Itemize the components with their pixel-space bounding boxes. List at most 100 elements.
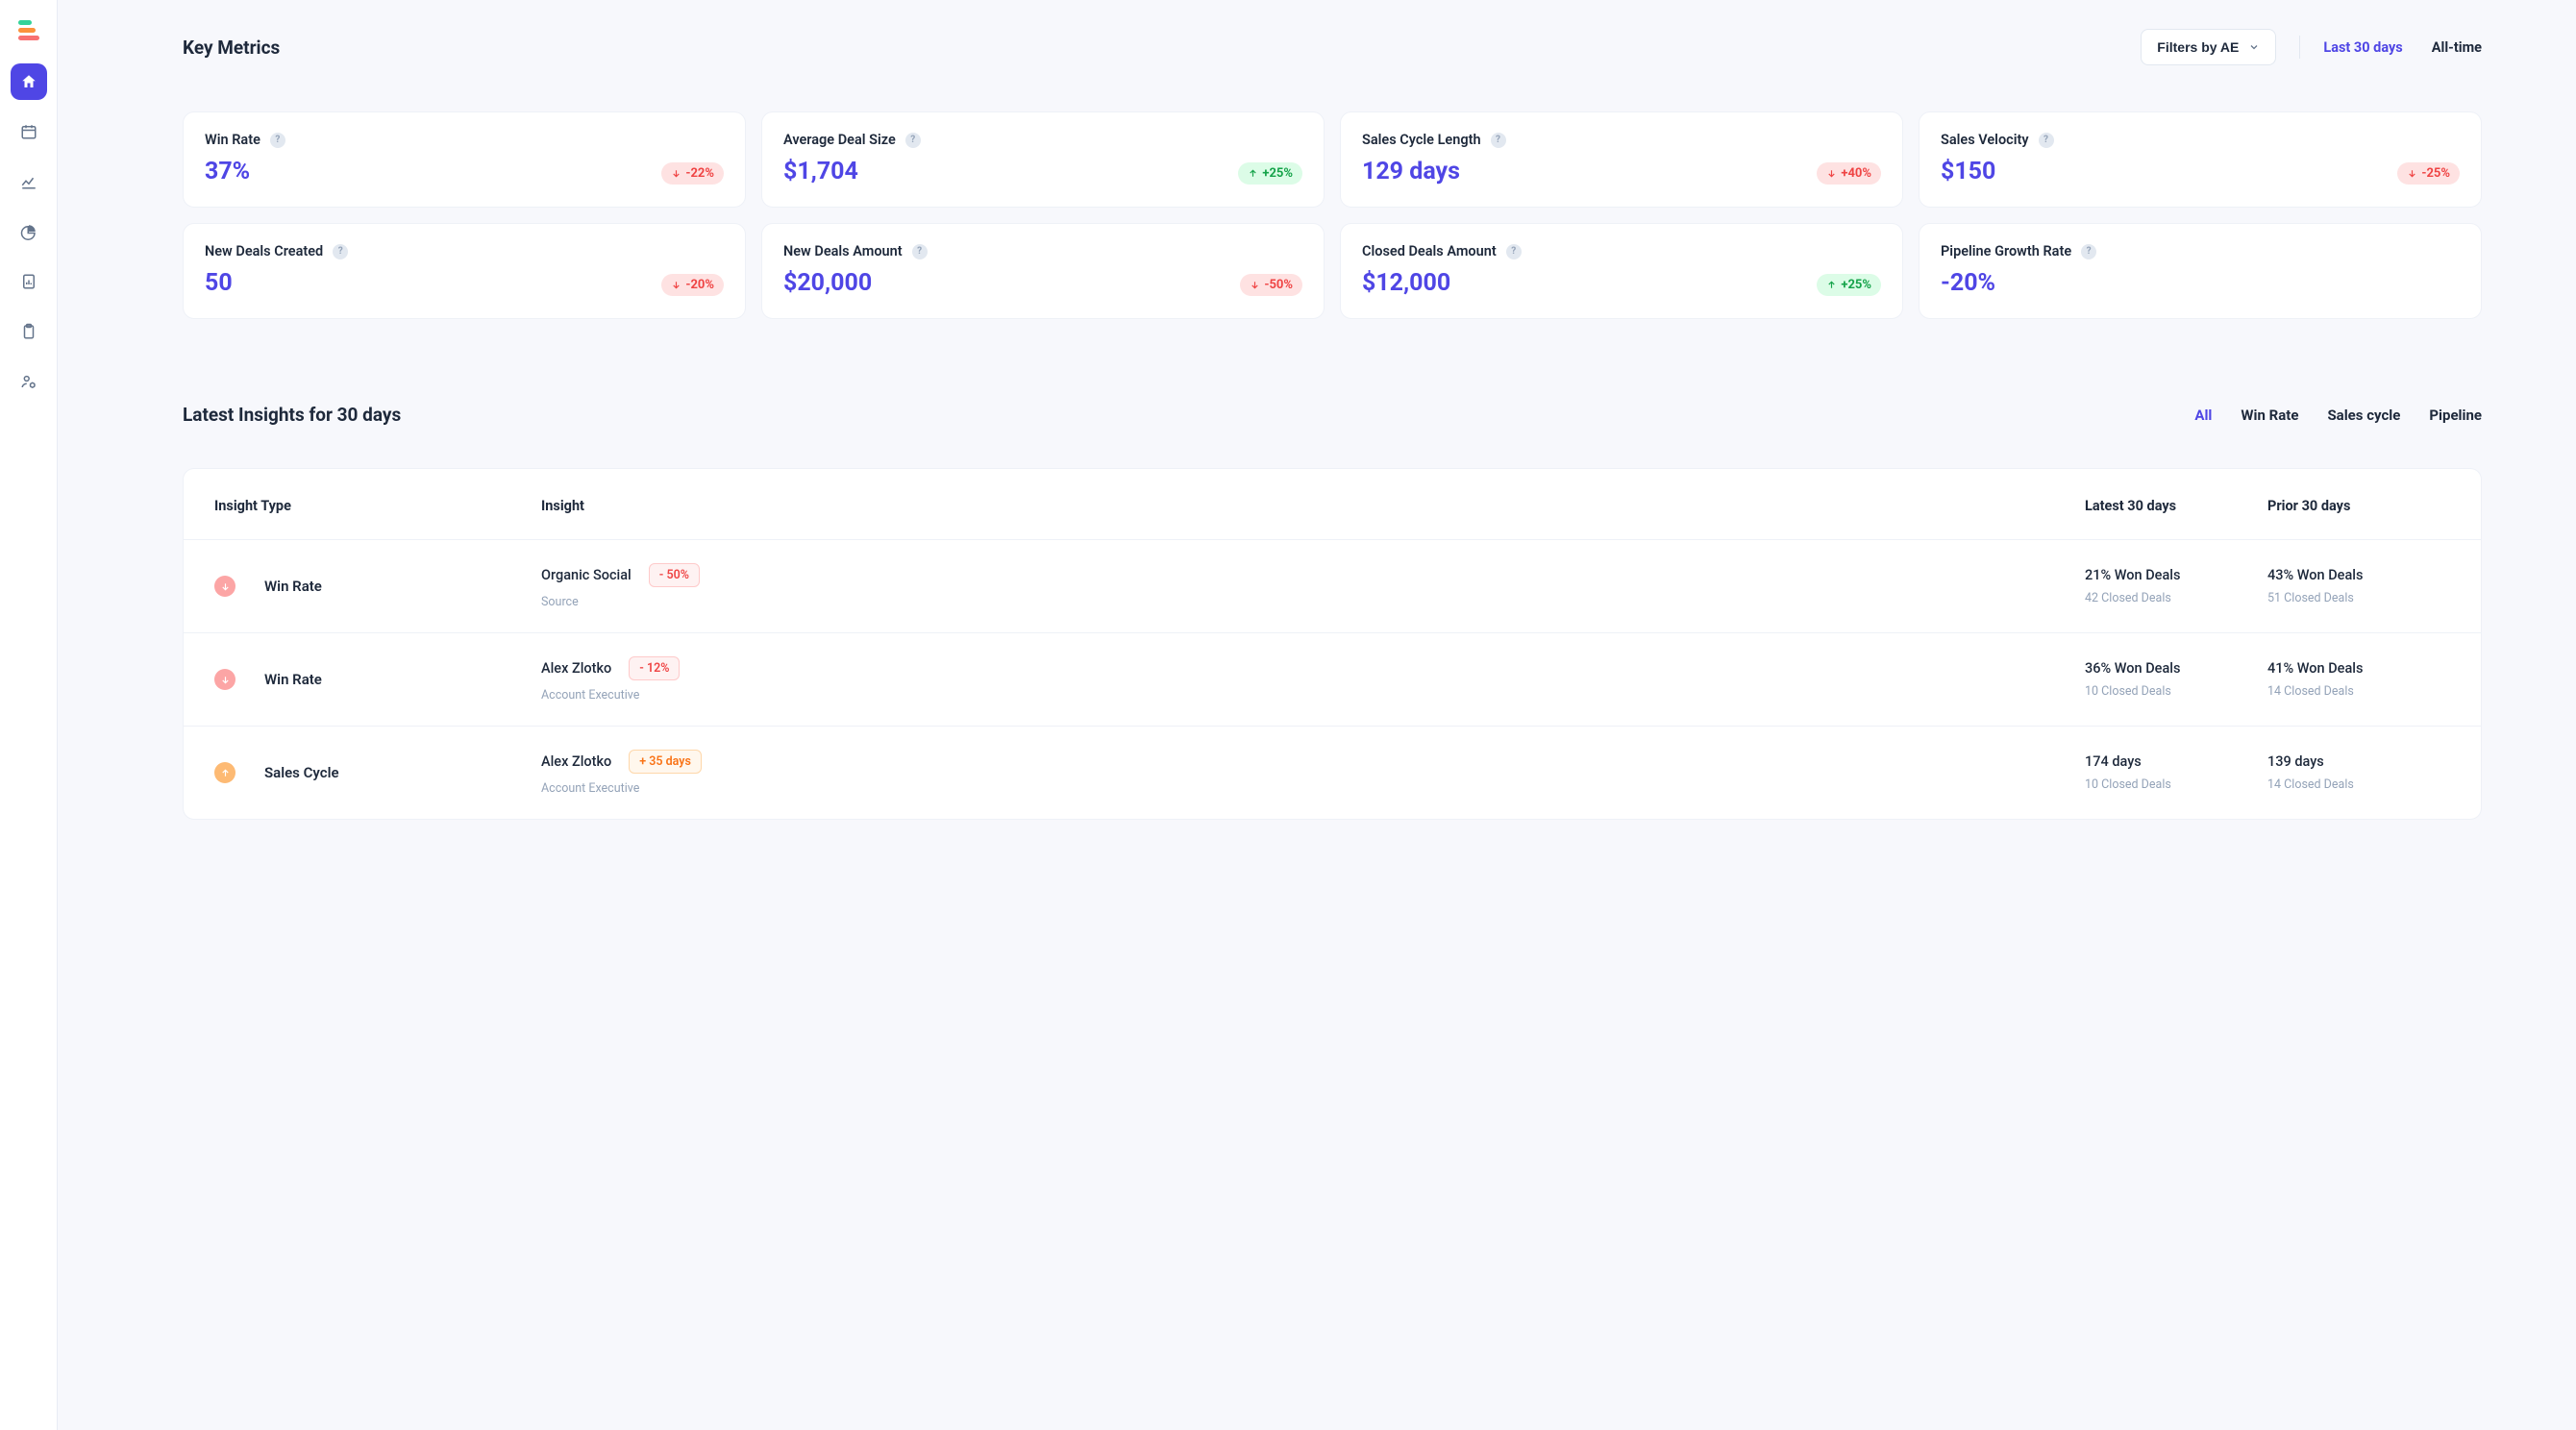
insight-name: Organic Social <box>541 567 632 583</box>
metrics-header: Key Metrics Filters by AE Last 30 days Al… <box>183 29 2482 65</box>
time-tab-last-30-days[interactable]: Last 30 days <box>2323 34 2402 62</box>
type-cell: Win Rate <box>214 669 541 690</box>
col-insight: Insight <box>541 498 2085 514</box>
help-icon[interactable]: ? <box>912 244 928 259</box>
nav-clipboard[interactable] <box>11 313 47 350</box>
metric-card[interactable]: Sales Cycle Length? 129 days +40% <box>1340 111 1903 208</box>
tab-pipeline[interactable]: Pipeline <box>2429 407 2482 424</box>
help-icon[interactable]: ? <box>2039 133 2054 148</box>
prior-cell: 41% Won Deals14 Closed Deals <box>2267 660 2450 699</box>
insight-type-label: Win Rate <box>264 671 322 688</box>
insight-cell: Alex Zlotko - 12% Account Executive <box>541 656 2085 703</box>
help-icon[interactable]: ? <box>333 244 348 259</box>
metric-title: Average Deal Size <box>783 132 896 148</box>
insight-type-label: Sales Cycle <box>264 764 339 781</box>
metric-title: Win Rate <box>205 132 260 148</box>
col-insight-type: Insight Type <box>214 498 541 514</box>
metric-card[interactable]: Win Rate? 37% -22% <box>183 111 746 208</box>
help-icon[interactable]: ? <box>270 133 285 148</box>
nav-reports[interactable] <box>11 213 47 250</box>
vertical-divider <box>2299 36 2300 59</box>
delta-value: -20% <box>685 278 714 292</box>
insights-tabs: All Win Rate Sales cycle Pipeline <box>2194 407 2482 424</box>
col-prior: Prior 30 days <box>2267 498 2450 514</box>
metric-title: Closed Deals Amount <box>1362 243 1497 259</box>
metric-title: Sales Velocity <box>1941 132 2029 148</box>
nav-home[interactable] <box>11 63 47 100</box>
clipboard-icon <box>20 323 37 340</box>
table-body: Win RateOrganic Social- 50%Source21% Won… <box>184 539 2481 819</box>
table-row[interactable]: Sales Cycle Alex Zlotko+ 35 daysAccount E… <box>184 726 2481 819</box>
document-chart-icon <box>20 273 37 290</box>
prior-sub: 14 Closed Deals <box>2267 777 2450 792</box>
sidebar <box>0 0 58 1430</box>
insight-name: Alex Zlotko <box>541 660 611 677</box>
metric-value: $20,000 <box>783 269 872 297</box>
change-pill: - 12% <box>629 656 680 680</box>
nav-user-settings[interactable] <box>11 363 47 400</box>
help-icon[interactable]: ? <box>1491 133 1506 148</box>
metric-value: 50 <box>205 269 233 297</box>
nav-documents[interactable] <box>11 263 47 300</box>
table-row[interactable]: Win Rate Alex Zlotko - 12% Account Executiv… <box>184 632 2481 726</box>
insight-type-label: Win Rate <box>264 578 322 595</box>
metric-card[interactable]: New Deals Created? 50 -20% <box>183 223 746 319</box>
latest-main: 174 days <box>2085 753 2267 770</box>
delta-badge: -50% <box>1240 274 1302 296</box>
tab-sales-cycle[interactable]: Sales cycle <box>2327 407 2400 424</box>
metric-card[interactable]: Average Deal Size?$1,704+25% <box>761 111 1325 208</box>
table-header: Insight Type Insight Latest 30 days Prio… <box>184 469 2481 539</box>
metric-value: 129 days <box>1362 158 1460 185</box>
filter-button[interactable]: Filters by AE <box>2141 29 2276 65</box>
delta-badge: -25% <box>2397 162 2460 185</box>
help-icon[interactable]: ? <box>905 133 921 148</box>
tab-win-rate[interactable]: Win Rate <box>2241 407 2298 424</box>
delta-value: -22% <box>685 166 714 181</box>
line-chart-icon <box>20 173 37 190</box>
latest-sub: 42 Closed Deals <box>2085 591 2267 605</box>
metric-card[interactable]: Closed Deals Amount?$12,000+25% <box>1340 223 1903 319</box>
delta-value: +40% <box>1841 166 1871 181</box>
time-range-tabs: Last 30 days All-time <box>2323 34 2482 62</box>
help-icon[interactable]: ? <box>2081 244 2096 259</box>
delta-badge: +25% <box>1817 274 1881 296</box>
insight-name: Alex Zlotko <box>541 753 611 770</box>
time-tab-all-time[interactable]: All-time <box>2432 34 2482 62</box>
prior-main: 43% Won Deals <box>2267 567 2450 583</box>
nav-calendar[interactable] <box>11 113 47 150</box>
metric-value: -20% <box>1941 269 1995 297</box>
delta-value: +25% <box>1841 278 1871 292</box>
pie-chart-icon <box>20 223 37 240</box>
calendar-icon <box>20 123 37 140</box>
metric-title: New Deals Created <box>205 243 323 259</box>
insight-subtitle: Account Executive <box>541 688 2085 703</box>
latest-main: 21% Won Deals <box>2085 567 2267 583</box>
insight-cell: Organic Social- 50%Source <box>541 563 2085 609</box>
table-row[interactable]: Win RateOrganic Social- 50%Source21% Won… <box>184 539 2481 632</box>
tab-all[interactable]: All <box>2194 407 2212 424</box>
latest-sub: 10 Closed Deals <box>2085 777 2267 792</box>
type-cell: Win Rate <box>214 576 541 597</box>
chevron-down-icon <box>2248 41 2260 53</box>
metric-card[interactable]: New Deals Amount?$20,000-50% <box>761 223 1325 319</box>
metric-title: Sales Cycle Length <box>1362 132 1481 148</box>
metric-value: 37% <box>205 158 250 185</box>
prior-sub: 51 Closed Deals <box>2267 591 2450 605</box>
insight-subtitle: Account Executive <box>541 781 2085 796</box>
nav-trends[interactable] <box>11 163 47 200</box>
delta-badge: +25% <box>1238 162 1302 185</box>
help-icon[interactable]: ? <box>1506 244 1522 259</box>
insights-title: Latest Insights for 30 days <box>183 404 401 426</box>
trend-down-icon <box>214 669 235 690</box>
delta-value: +25% <box>1262 166 1293 181</box>
change-pill: - 50% <box>649 563 700 587</box>
page-title: Key Metrics <box>183 37 280 59</box>
insight-cell: Alex Zlotko+ 35 daysAccount Executive <box>541 750 2085 796</box>
latest-cell: 174 days 10 Closed Deals <box>2085 753 2267 792</box>
trend-down-icon <box>214 576 235 597</box>
latest-main: 36% Won Deals <box>2085 660 2267 677</box>
metric-card[interactable]: Sales Velocity?$150-25% <box>1919 111 2482 208</box>
latest-cell: 21% Won Deals 42 Closed Deals <box>2085 567 2267 605</box>
metric-card[interactable]: Pipeline Growth Rate?-20% <box>1919 223 2482 319</box>
home-icon <box>20 73 37 90</box>
